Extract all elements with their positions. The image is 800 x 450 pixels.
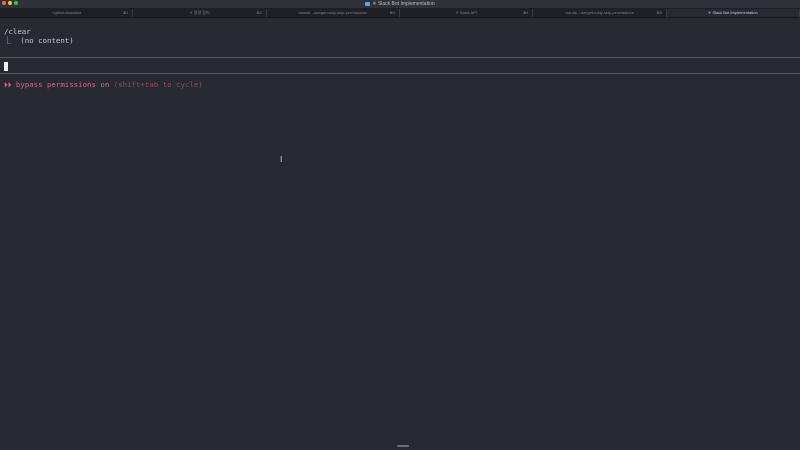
tab-3[interactable]: claude --dangerously-skip-permissions ⌘3	[267, 9, 400, 17]
tab-label: ~/github/slackbot	[51, 10, 82, 15]
input-bottom-divider	[0, 73, 800, 74]
tab-label: claude --dangerously-skip-permissions	[565, 10, 634, 15]
terminal-window: ✳ Slack Bot Implementation ~/github/slac…	[0, 0, 800, 450]
tab-4[interactable]: ✳ Slack API ⌘4	[400, 9, 534, 17]
command-line: /clear	[4, 27, 31, 36]
tab-5[interactable]: claude --dangerously-skip-permissions ⌘5	[533, 9, 667, 17]
text-cursor	[4, 62, 8, 71]
tab-label: ✳ Slack Bot Implementation	[707, 10, 758, 15]
ibeam-cursor-icon: I	[280, 155, 283, 164]
tab-shortcut: ⌘3	[389, 11, 395, 15]
folder-icon	[365, 1, 371, 6]
tab-label: claude --dangerously-skip-permissions	[298, 10, 368, 15]
tab-shortcut: ⌘4	[522, 11, 529, 15]
tab-1[interactable]: ~/github/slackbot ⌘1	[0, 9, 134, 17]
terminal-content[interactable]: /clear ⎿ (no content) ⏵⏵ bypass permissi…	[0, 18, 800, 450]
tab-shortcut: ⌘1	[122, 11, 129, 15]
command-output: ⎿ (no content)	[4, 36, 74, 45]
tab-shortcut: ⌘2	[256, 11, 262, 15]
window-title: ✳ Slack Bot Implementation	[0, 0, 800, 8]
tab-bar: ~/github/slackbot ⌘1 ✳ 명령 정리 ⌘2 claude -…	[0, 9, 800, 18]
tab-label: ✳ Slack API	[455, 10, 477, 15]
permission-mode-status: ⏵⏵ bypass permissions on (shift+tab to c…	[4, 80, 203, 89]
status-hint: (shift+tab to cycle)	[109, 80, 203, 89]
tab-2[interactable]: ✳ 명령 정리 ⌘2	[133, 9, 267, 17]
tab-shortcut: ⌘5	[656, 11, 662, 15]
input-top-divider	[0, 57, 800, 58]
window-title-text: ✳ Slack Bot Implementation	[372, 1, 435, 7]
scroll-handle[interactable]	[397, 445, 409, 447]
tab-label: ✳ 명령 정리	[189, 10, 210, 15]
tab-6-active[interactable]: ✳ Slack Bot Implementation	[666, 9, 800, 17]
status-main: ⏵⏵ bypass permissions on	[4, 80, 110, 89]
title-bar: ✳ Slack Bot Implementation	[0, 0, 800, 9]
